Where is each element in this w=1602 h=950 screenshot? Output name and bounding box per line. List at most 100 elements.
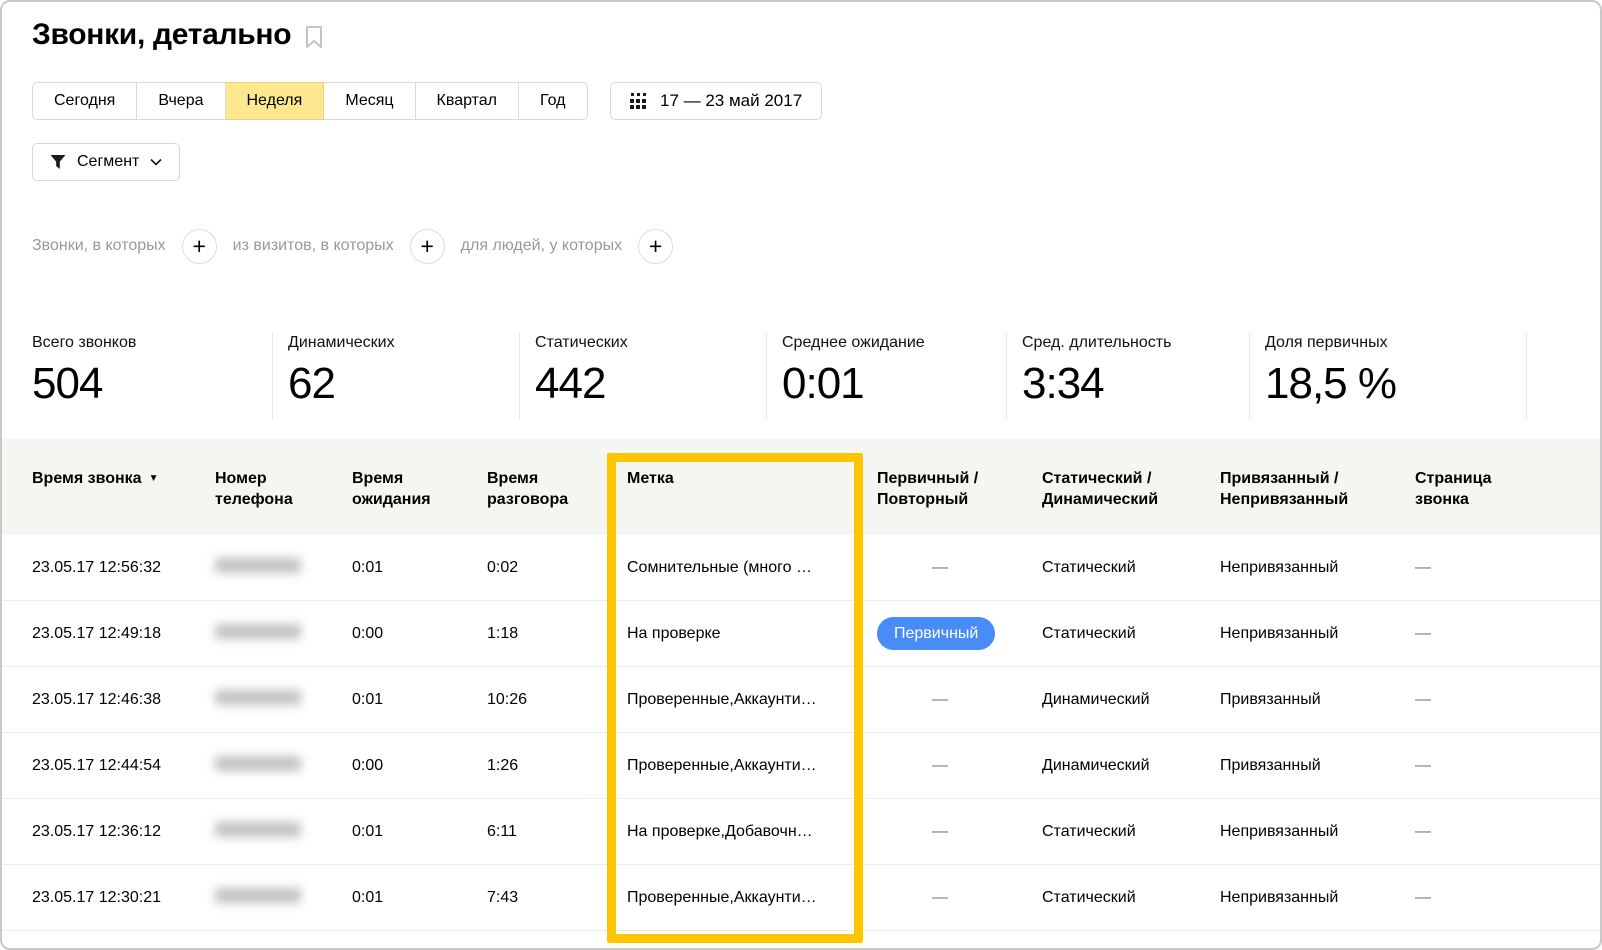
cell-primary: Первичный (877, 617, 1042, 651)
cell-talk: 10:26 (487, 691, 627, 709)
tab-week[interactable]: Неделя (226, 82, 325, 120)
filter-visits-label: из визитов, в которых (233, 237, 394, 255)
cell-talk: 1:26 (487, 757, 627, 775)
table-row[interactable]: 23.05.17 12:49:18 0:00 1:18 На проверке … (2, 601, 1600, 667)
col-header-static-dynamic[interactable]: Статический / Динамический (1042, 468, 1220, 535)
metric-avg-wait-value: 0:01 (782, 359, 1006, 409)
primary-call-badge: Первичный (877, 617, 995, 651)
app-window: Звонки, детально Сегодня Вчера Неделя Ме… (0, 0, 1602, 950)
bookmark-icon[interactable] (305, 25, 323, 49)
cell-phone (215, 756, 352, 776)
cell-call-time: 23.05.17 12:30:21 (32, 889, 215, 907)
metric-dynamic-value: 62 (288, 359, 519, 409)
cell-wait: 0:01 (352, 823, 487, 841)
col-header-call-time[interactable]: Время звонка▼ (32, 468, 215, 535)
date-range-picker[interactable]: 17 — 23 май 2017 (610, 82, 822, 120)
cell-linked: Непривязанный (1220, 559, 1415, 577)
cell-phone (215, 888, 352, 908)
cell-talk: 0:02 (487, 559, 627, 577)
cell-wait: 0:00 (352, 625, 487, 643)
cell-primary: — (877, 823, 1042, 841)
segment-label: Сегмент (77, 153, 139, 171)
metric-static-value: 442 (535, 359, 766, 409)
cell-linked: Привязанный (1220, 757, 1415, 775)
cell-wait: 0:01 (352, 691, 487, 709)
col-header-linked[interactable]: Привязанный / Непривязанный (1220, 468, 1415, 535)
table-row[interactable]: 23.05.17 12:46:38 0:01 10:26 Проверенные… (2, 667, 1600, 733)
cell-label: На проверке (627, 625, 877, 643)
col-header-talk-time[interactable]: Время разговора (487, 468, 627, 535)
cell-linked: Непривязанный (1220, 625, 1415, 643)
cell-label: Сомнительные (много … (627, 559, 877, 577)
period-tab-group: Сегодня Вчера Неделя Месяц Квартал Год (32, 82, 588, 120)
cell-type: Статический (1042, 559, 1220, 577)
table-row[interactable]: 23.05.17 12:44:54 0:00 1:26 Проверенные,… (2, 733, 1600, 799)
calendar-icon (630, 93, 647, 110)
tab-yesterday[interactable]: Вчера (137, 82, 225, 120)
page-title-text: Звонки, детально (32, 18, 291, 52)
col-header-label[interactable]: Метка (627, 468, 877, 535)
cell-page: — (1415, 823, 1570, 841)
cell-call-time: 23.05.17 12:44:54 (32, 757, 215, 775)
cell-label: На проверке,Добавочн… (627, 823, 877, 841)
phone-number-redacted (215, 822, 301, 837)
funnel-icon (50, 154, 66, 170)
cell-call-time: 23.05.17 12:49:18 (32, 625, 215, 643)
cell-label: Проверенные,Аккаунти… (627, 889, 877, 907)
metric-dynamic: Динамических 62 (273, 332, 520, 420)
cell-wait: 0:01 (352, 889, 487, 907)
cell-page: — (1415, 625, 1570, 643)
date-range-label: 17 — 23 май 2017 (660, 91, 802, 111)
segment-button[interactable]: Сегмент (32, 143, 180, 181)
cell-wait: 0:00 (352, 757, 487, 775)
cell-primary: — (877, 889, 1042, 907)
metric-avg-duration-value: 3:34 (1022, 359, 1249, 409)
add-visit-filter-button[interactable]: + (410, 229, 445, 264)
page-title: Звонки, детально (32, 18, 323, 52)
cell-type: Динамический (1042, 757, 1220, 775)
metric-total-calls: Всего звонков 504 (2, 332, 273, 420)
cell-primary: — (877, 757, 1042, 775)
cell-talk: 7:43 (487, 889, 627, 907)
cell-talk: 6:11 (487, 823, 627, 841)
table-header-row: Время звонка▼ Номер телефона Время ожида… (2, 439, 1600, 535)
add-people-filter-button[interactable]: + (638, 229, 673, 264)
cell-call-time: 23.05.17 12:46:38 (32, 691, 215, 709)
add-call-filter-button[interactable]: + (182, 229, 217, 264)
col-header-wait-time[interactable]: Время ожидания (352, 468, 487, 535)
cell-page: — (1415, 691, 1570, 709)
metric-total-calls-value: 504 (32, 359, 272, 409)
table-row[interactable]: 23.05.17 12:36:12 0:01 6:11 На проверке,… (2, 799, 1600, 865)
filter-people-label: для людей, у которых (461, 237, 622, 255)
cell-type: Статический (1042, 889, 1220, 907)
cell-phone (215, 558, 352, 578)
cell-type: Динамический (1042, 691, 1220, 709)
phone-number-redacted (215, 888, 301, 903)
phone-number-redacted (215, 690, 301, 705)
table-row[interactable]: 23.05.17 12:56:32 0:01 0:02 Сомнительные… (2, 535, 1600, 601)
tab-quarter[interactable]: Квартал (416, 82, 519, 120)
metric-static: Статических 442 (520, 332, 767, 420)
cell-phone (215, 624, 352, 644)
phone-number-redacted (215, 624, 301, 639)
col-header-phone[interactable]: Номер телефона (215, 468, 352, 535)
chevron-down-icon (150, 158, 162, 166)
phone-number-redacted (215, 558, 301, 573)
cell-linked: Непривязанный (1220, 889, 1415, 907)
calls-table: Время звонка▼ Номер телефона Время ожида… (2, 439, 1600, 931)
tab-today[interactable]: Сегодня (32, 82, 137, 120)
filter-builder: Звонки, в которых + из визитов, в которы… (32, 228, 689, 264)
tab-year[interactable]: Год (519, 82, 587, 120)
tab-month[interactable]: Месяц (324, 82, 415, 120)
col-header-primary-repeat[interactable]: Первичный / Повторный (877, 468, 1042, 535)
sort-desc-icon: ▼ (149, 473, 159, 484)
table-row[interactable]: 23.05.17 12:30:21 0:01 7:43 Проверенные,… (2, 865, 1600, 931)
cell-wait: 0:01 (352, 559, 487, 577)
metric-primary-share: Доля первичных 18,5 % (1250, 332, 1527, 420)
cell-phone (215, 822, 352, 842)
col-header-call-page[interactable]: Страница звонка (1415, 468, 1570, 535)
cell-page: — (1415, 889, 1570, 907)
metric-primary-share-value: 18,5 % (1265, 359, 1526, 409)
cell-linked: Непривязанный (1220, 823, 1415, 841)
cell-linked: Привязанный (1220, 691, 1415, 709)
